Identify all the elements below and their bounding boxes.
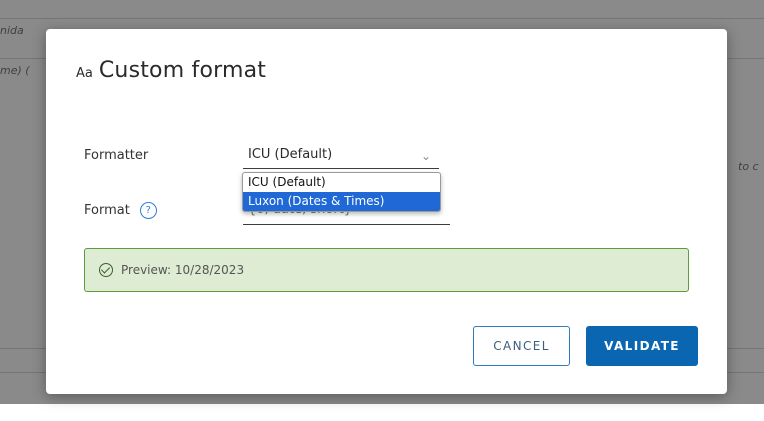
validate-button[interactable]: VALIDATE	[586, 326, 698, 366]
formatter-dropdown-list: ICU (Default) Luxon (Dates & Times)	[242, 172, 441, 212]
formatter-select-value: ICU (Default)	[248, 147, 333, 162]
question-circle-icon[interactable]: ?	[139, 202, 157, 219]
format-label-row: Format ?	[84, 202, 157, 219]
background-footer	[0, 404, 764, 421]
formatter-select[interactable]: ICU (Default) ⌄	[243, 145, 439, 169]
formatter-option-icu[interactable]: ICU (Default)	[243, 173, 440, 192]
dialog-title: Aa Custom format	[76, 58, 266, 83]
cancel-button[interactable]: CANCEL	[473, 326, 570, 366]
dialog-title-text: Custom format	[98, 58, 267, 83]
preview-text: Preview: 10/28/2023	[121, 263, 245, 277]
formatter-option-luxon[interactable]: Luxon (Dates & Times)	[243, 192, 440, 211]
format-label: Format	[84, 203, 130, 218]
chevron-down-icon: ⌄	[420, 149, 431, 163]
formatter-label: Formatter	[84, 148, 149, 163]
custom-format-dialog: Aa Custom format Formatter ICU (Default)…	[46, 29, 727, 394]
preview-box: Preview: 10/28/2023	[84, 248, 689, 292]
font-format-icon: Aa	[76, 66, 93, 81]
check-circle-icon	[99, 263, 113, 277]
